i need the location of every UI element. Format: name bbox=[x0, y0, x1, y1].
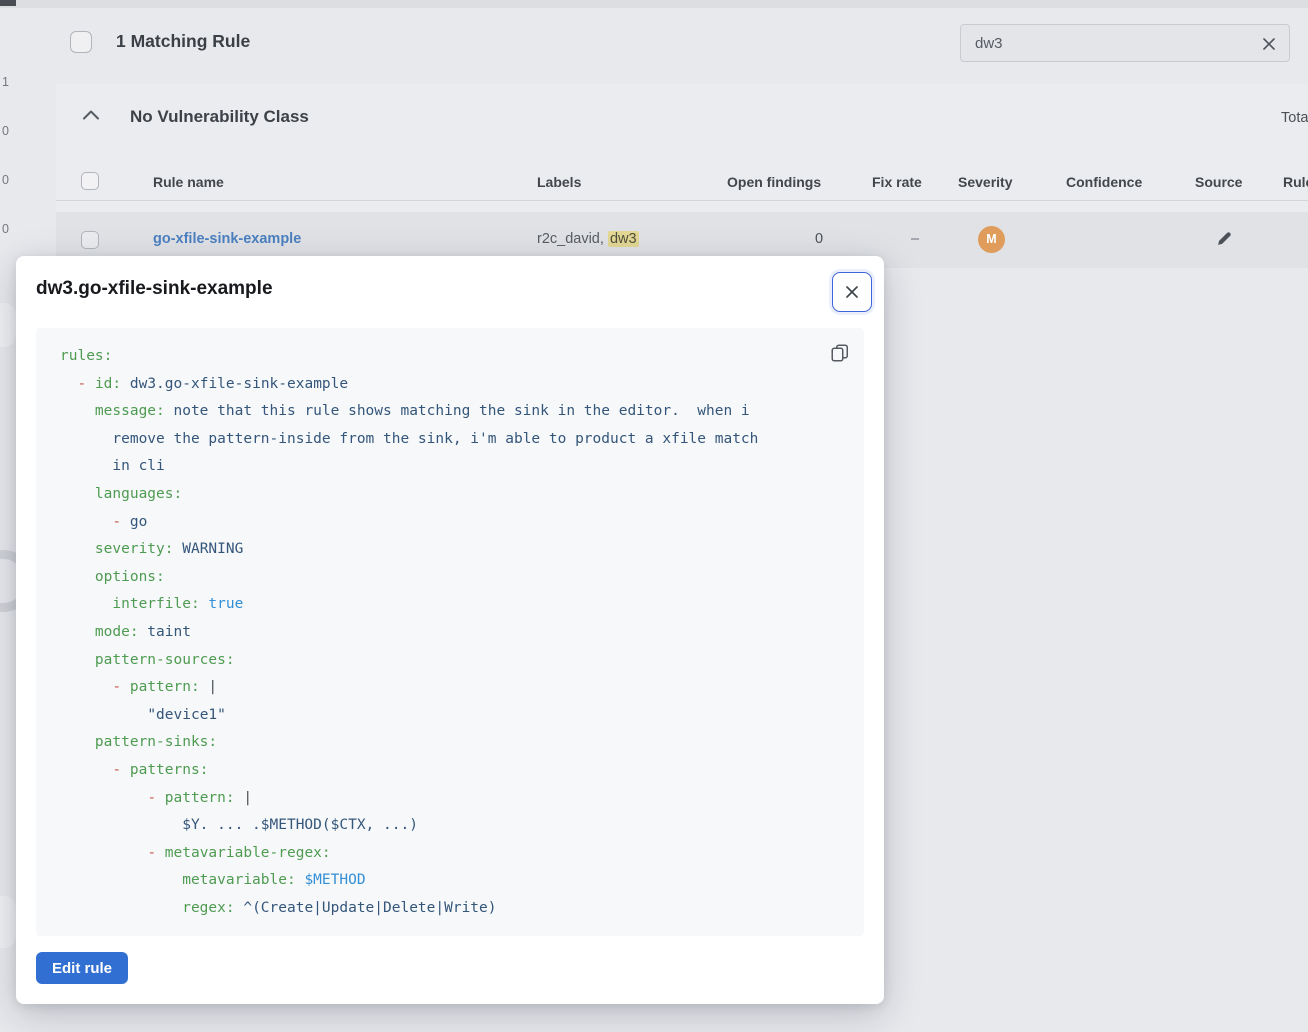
axis-label: 0 bbox=[2, 124, 16, 138]
label-text: r2c_david, bbox=[537, 231, 608, 247]
rule-code: rules: - id: dw3.go-xfile-sink-example m… bbox=[36, 328, 864, 936]
column-header-open-findings: Open findings bbox=[727, 174, 821, 190]
modal-title: dw3.go-xfile-sink-example bbox=[36, 278, 273, 300]
column-header-rule-name: Rule name bbox=[153, 174, 224, 190]
close-icon bbox=[843, 283, 861, 301]
copy-button[interactable] bbox=[826, 340, 854, 368]
copy-icon bbox=[831, 344, 849, 362]
column-header-source: Source bbox=[1195, 174, 1242, 190]
axis-label: 1 bbox=[2, 75, 16, 89]
edit-rule-button[interactable]: Edit rule bbox=[36, 952, 128, 984]
row-checkbox[interactable] bbox=[81, 231, 99, 249]
group-select-checkbox[interactable] bbox=[81, 172, 99, 190]
rule-detail-modal: dw3.go-xfile-sink-example rules: - id: d… bbox=[16, 256, 884, 1004]
column-header-severity: Severity bbox=[958, 174, 1012, 190]
column-header-confidence: Confidence bbox=[1066, 174, 1142, 190]
axis-label: 0 bbox=[2, 222, 16, 236]
axis-label: 0 bbox=[2, 173, 16, 187]
column-header-labels: Labels bbox=[537, 174, 581, 190]
top-corner-fragment bbox=[0, 0, 16, 6]
rule-name-link[interactable]: go-xfile-sink-example bbox=[153, 231, 301, 247]
close-button[interactable] bbox=[832, 272, 872, 312]
clear-search-icon[interactable] bbox=[1261, 36, 1277, 52]
label-highlight: dw3 bbox=[608, 231, 639, 247]
total-label: Tota bbox=[1281, 110, 1308, 126]
top-edge-strip bbox=[0, 0, 1308, 8]
rule-search-box bbox=[960, 24, 1290, 62]
search-input[interactable] bbox=[961, 25, 1289, 61]
background-card-fragment bbox=[0, 896, 16, 948]
matching-rules-count: 1 Matching Rule bbox=[116, 31, 250, 52]
group-title: No Vulnerability Class bbox=[130, 107, 309, 127]
table-header-divider bbox=[56, 200, 1308, 201]
fix-rate-value: – bbox=[911, 231, 919, 247]
background-card-fragment bbox=[0, 303, 16, 347]
column-header-rule: Rule bbox=[1283, 174, 1308, 190]
severity-badge: M bbox=[978, 226, 1005, 253]
column-header-fix-rate: Fix rate bbox=[872, 174, 922, 190]
select-all-checkbox[interactable] bbox=[70, 31, 92, 53]
custom-rule-pen-icon[interactable] bbox=[1216, 231, 1232, 247]
labels-cell: r2c_david, dw3 bbox=[537, 231, 639, 247]
collapse-chevron-icon[interactable] bbox=[83, 110, 99, 120]
open-findings-value: 0 bbox=[815, 231, 823, 247]
